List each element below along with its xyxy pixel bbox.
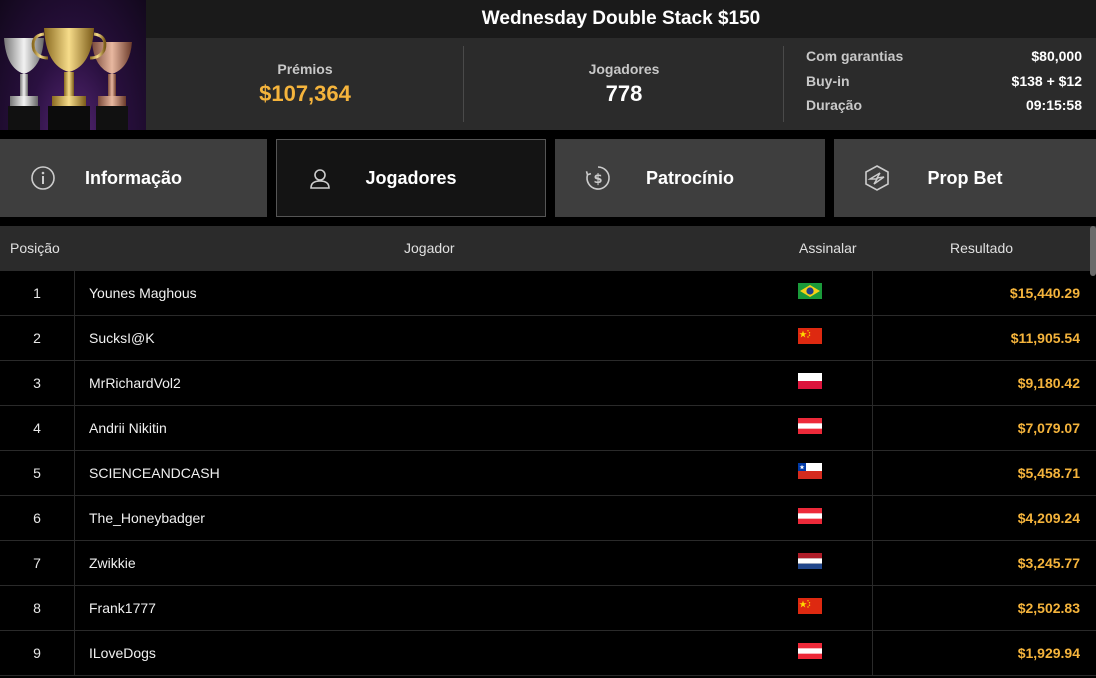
row-result: $11,905.54 bbox=[1010, 330, 1080, 346]
row-flag bbox=[786, 406, 873, 451]
prize-stat: Prémios $107,364 bbox=[146, 38, 464, 130]
row-result: $15,440.29 bbox=[1009, 285, 1080, 301]
scrollbar[interactable] bbox=[1090, 226, 1096, 276]
china-flag-icon bbox=[798, 328, 822, 344]
table-row[interactable]: 7 Zwikkie $3,245.77 bbox=[0, 541, 1096, 586]
tab-bar: Informação Jogadores $ Patrocínio Prop B… bbox=[0, 139, 1096, 217]
table-row[interactable]: 5 SCIENCEANDCASH $5,458.71 bbox=[0, 451, 1096, 496]
row-position: 1 bbox=[0, 271, 75, 316]
table-header: Posição Jogador Assinalar Resultado bbox=[0, 226, 1096, 271]
table-row[interactable]: 4 Andrii Nikitin $7,079.07 bbox=[0, 406, 1096, 451]
row-position: 2 bbox=[0, 316, 75, 361]
row-flag bbox=[786, 586, 873, 631]
table-row[interactable]: 8 Frank1777 $2,502.83 bbox=[0, 586, 1096, 631]
lightning-hex-icon bbox=[865, 165, 889, 191]
row-position: 6 bbox=[0, 496, 75, 541]
row-flag bbox=[786, 631, 873, 676]
players-value: 778 bbox=[605, 81, 643, 106]
chile-flag-icon bbox=[798, 463, 822, 479]
row-result: $5,458.71 bbox=[1017, 465, 1080, 481]
table-row[interactable]: 2 SucksI@K $11,905.54 bbox=[0, 316, 1096, 361]
trophy-image bbox=[0, 0, 146, 130]
row-player-name[interactable]: SCIENCEANDCASH bbox=[89, 451, 220, 496]
poland-flag-icon bbox=[798, 373, 822, 389]
header-flag[interactable]: Assinalar bbox=[799, 226, 857, 271]
table-row[interactable]: 9 ILoveDogs $1,929.94 bbox=[0, 631, 1096, 676]
table-row[interactable]: 1 Younes Maghous $15,440.29 bbox=[0, 271, 1096, 316]
buyin-value: $138 + $12 bbox=[1011, 72, 1082, 89]
row-result: $7,079.07 bbox=[1017, 420, 1080, 436]
tournament-info: Com garantias $80,000 Buy-in $138 + $12 … bbox=[806, 48, 1082, 122]
header-result[interactable]: Resultado bbox=[950, 226, 1013, 271]
row-result: $4,209.24 bbox=[1017, 510, 1080, 526]
netherlands-flag-icon bbox=[798, 553, 822, 569]
row-position: 7 bbox=[0, 541, 75, 586]
row-flag bbox=[786, 451, 873, 496]
header-position[interactable]: Posição bbox=[10, 226, 60, 271]
svg-text:$: $ bbox=[593, 172, 602, 187]
header-player[interactable]: Jogador bbox=[404, 226, 455, 271]
row-position: 9 bbox=[0, 631, 75, 676]
tab-patrocinio[interactable]: $ Patrocínio bbox=[555, 139, 825, 217]
row-player-name[interactable]: MrRichardVol2 bbox=[89, 361, 181, 406]
guarantee-label: Com garantias bbox=[806, 48, 904, 64]
players-table: 1 Younes Maghous $15,440.29 2 SucksI@K $11,90… bbox=[0, 271, 1096, 676]
buyin-label: Buy-in bbox=[806, 72, 850, 89]
table-row[interactable]: 6 The_Honeybadger $4,209.24 bbox=[0, 496, 1096, 541]
row-player-name[interactable]: SucksI@K bbox=[89, 316, 155, 361]
row-player-name[interactable]: Younes Maghous bbox=[89, 271, 197, 316]
row-result: $2,502.83 bbox=[1017, 600, 1080, 616]
info-icon bbox=[31, 166, 55, 190]
duration-label: Duração bbox=[806, 97, 863, 113]
row-player-name[interactable]: Andrii Nikitin bbox=[89, 406, 167, 451]
guarantee-row: Com garantias $80,000 bbox=[806, 48, 1082, 73]
prize-label: Prémios bbox=[277, 61, 333, 77]
duration-row: Duração 09:15:58 bbox=[806, 97, 1082, 122]
row-position: 3 bbox=[0, 361, 75, 406]
players-label: Jogadores bbox=[588, 61, 660, 77]
tournament-title: Wednesday Double Stack $150 bbox=[146, 0, 1096, 38]
row-result: $9,180.42 bbox=[1017, 375, 1080, 391]
row-position: 5 bbox=[0, 451, 75, 496]
row-result: $1,929.94 bbox=[1017, 645, 1080, 661]
duration-value: 09:15:58 bbox=[1025, 97, 1082, 113]
austria-flag-icon bbox=[798, 508, 822, 524]
row-flag bbox=[786, 541, 873, 586]
players-stat: Jogadores 778 bbox=[464, 38, 784, 130]
row-flag bbox=[786, 316, 873, 361]
austria-flag-icon bbox=[798, 643, 822, 659]
tournament-header: Wednesday Double Stack $150 Prémios $107… bbox=[0, 0, 1096, 130]
dollar-coin-icon: $ bbox=[585, 166, 610, 190]
china-flag-icon bbox=[798, 598, 822, 614]
row-position: 8 bbox=[0, 586, 75, 631]
row-position: 4 bbox=[0, 406, 75, 451]
user-icon bbox=[310, 169, 330, 189]
brazil-flag-icon bbox=[798, 283, 822, 299]
row-flag bbox=[786, 361, 873, 406]
buyin-row: Buy-in $138 + $12 bbox=[806, 73, 1082, 98]
row-player-name[interactable]: The_Honeybadger bbox=[89, 496, 205, 541]
row-player-name[interactable]: Frank1777 bbox=[89, 586, 156, 631]
austria-flag-icon bbox=[798, 418, 822, 434]
prize-value: $107,364 bbox=[259, 81, 351, 106]
row-result: $3,245.77 bbox=[1017, 555, 1080, 571]
tab-jogadores[interactable]: Jogadores bbox=[276, 139, 546, 217]
table-row[interactable]: 3 MrRichardVol2 $9,180.42 bbox=[0, 361, 1096, 406]
row-player-name[interactable]: Zwikkie bbox=[89, 541, 136, 586]
tab-prop-bet[interactable]: Prop Bet bbox=[834, 139, 1096, 217]
guarantee-value: $80,000 bbox=[1031, 48, 1082, 64]
divider bbox=[783, 46, 784, 122]
row-flag bbox=[786, 271, 873, 316]
row-player-name[interactable]: ILoveDogs bbox=[89, 631, 156, 676]
tab-informacao[interactable]: Informação bbox=[0, 139, 267, 217]
row-flag bbox=[786, 496, 873, 541]
